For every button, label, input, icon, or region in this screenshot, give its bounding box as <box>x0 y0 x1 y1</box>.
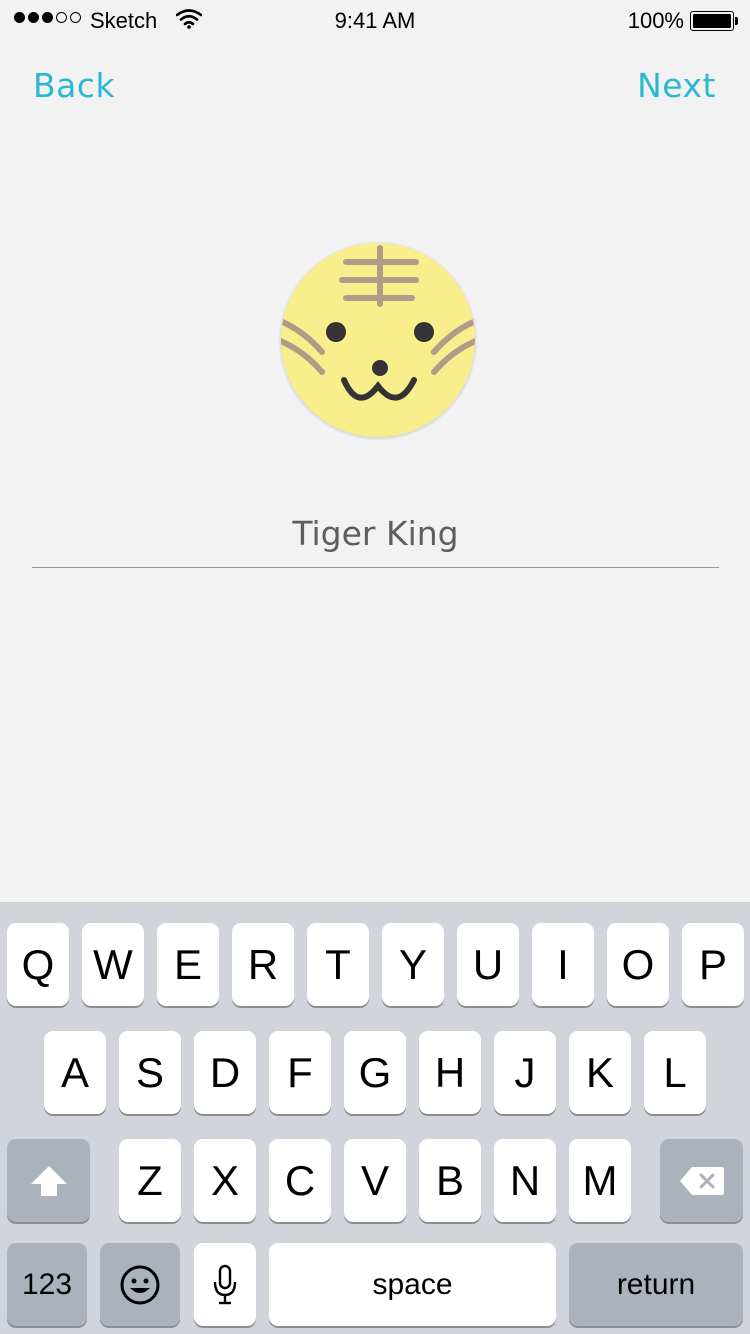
backspace-key[interactable] <box>660 1139 743 1222</box>
key-s[interactable]: S <box>119 1031 181 1114</box>
space-key[interactable]: space <box>269 1243 556 1326</box>
back-button[interactable]: Back <box>33 66 115 105</box>
key-c[interactable]: C <box>269 1139 331 1222</box>
tiger-face-icon <box>278 241 478 441</box>
emoji-icon <box>120 1265 160 1304</box>
dictation-key[interactable] <box>194 1243 256 1326</box>
next-button[interactable]: Next <box>637 66 716 105</box>
return-key[interactable]: return <box>569 1243 743 1326</box>
status-bar: Sketch 9:41 AM 100% <box>0 0 750 40</box>
key-o[interactable]: O <box>607 923 669 1006</box>
key-m[interactable]: M <box>569 1139 631 1222</box>
battery-percentage: 100% <box>627 8 684 33</box>
key-b[interactable]: B <box>419 1139 481 1222</box>
key-j[interactable]: J <box>494 1031 556 1114</box>
key-p[interactable]: P <box>682 923 744 1006</box>
key-a[interactable]: A <box>44 1031 106 1114</box>
key-x[interactable]: X <box>194 1139 256 1222</box>
key-z[interactable]: Z <box>119 1139 181 1222</box>
key-t[interactable]: T <box>307 923 369 1006</box>
shift-key[interactable] <box>7 1139 90 1222</box>
avatar[interactable] <box>278 240 478 441</box>
key-i[interactable]: I <box>532 923 594 1006</box>
microphone-icon <box>213 1264 237 1304</box>
key-h[interactable]: H <box>419 1031 481 1114</box>
key-y[interactable]: Y <box>382 923 444 1006</box>
key-u[interactable]: U <box>457 923 519 1006</box>
key-k[interactable]: K <box>569 1031 631 1114</box>
battery-icon <box>690 11 738 31</box>
shift-icon <box>30 1165 67 1196</box>
key-w[interactable]: W <box>82 923 144 1006</box>
key-e[interactable]: E <box>157 923 219 1006</box>
key-r[interactable]: R <box>232 923 294 1006</box>
key-q[interactable]: Q <box>7 923 69 1006</box>
key-d[interactable]: D <box>194 1031 256 1114</box>
emoji-key[interactable] <box>100 1243 180 1326</box>
key-v[interactable]: V <box>344 1139 406 1222</box>
name-input[interactable] <box>32 500 719 568</box>
key-f[interactable]: F <box>269 1031 331 1114</box>
keyboard: Q W E R T Y U I O P A S D F G H J K L Z … <box>0 902 750 1334</box>
backspace-icon <box>679 1166 724 1195</box>
key-n[interactable]: N <box>494 1139 556 1222</box>
key-g[interactable]: G <box>344 1031 406 1114</box>
numbers-key[interactable]: 123 <box>7 1243 87 1326</box>
key-l[interactable]: L <box>644 1031 706 1114</box>
